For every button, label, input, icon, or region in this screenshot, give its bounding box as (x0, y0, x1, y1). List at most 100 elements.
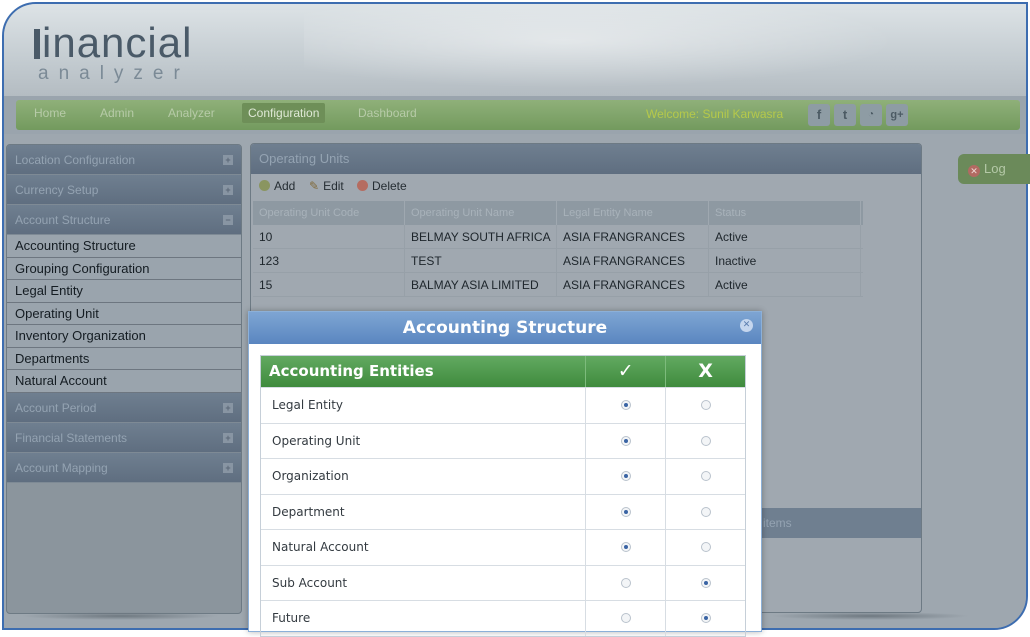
edit-button[interactable]: ✎ Edit (309, 179, 344, 193)
entity-yes-radio[interactable] (621, 435, 632, 446)
entity-name: Sub Account (272, 575, 348, 590)
nav-admin[interactable]: Admin (100, 106, 134, 120)
cell: ASIA FRANGRANCES (557, 225, 709, 248)
tumblr-icon[interactable]: t (834, 104, 856, 126)
column-header[interactable]: Status (709, 201, 861, 225)
sidebar-section-account-structure[interactable]: Account Structure − (7, 205, 241, 235)
entity-no-radio[interactable] (701, 435, 712, 446)
logo-sub-text: analyzer (38, 63, 190, 84)
sidebar-section-location-configuration[interactable]: Location Configuration + (7, 145, 241, 175)
entity-yes-cell (585, 388, 665, 423)
logout-button[interactable]: ✕ Log (958, 154, 1030, 184)
entity-yes-cell (585, 494, 665, 529)
operating-units-grid: Operating Unit Code Operating Unit Name … (253, 201, 863, 297)
add-label: Add (274, 179, 296, 193)
delete-icon (357, 180, 368, 191)
googleplus-icon[interactable]: g+ (886, 104, 908, 126)
sidebar-section-account-mapping[interactable]: Account Mapping + (7, 452, 241, 483)
column-header[interactable]: Legal Entity Name (557, 201, 709, 225)
nav-analyzer[interactable]: Analyzer (168, 106, 215, 120)
facebook-icon[interactable]: f (808, 104, 830, 126)
collapse-icon[interactable]: − (223, 215, 233, 225)
sidebar-item-departments[interactable]: Departments (7, 347, 241, 370)
entity-no-cell (665, 530, 745, 565)
bottom-decoration (20, 612, 220, 620)
expand-icon[interactable]: + (223, 402, 233, 413)
sidebar-section-financial-statements[interactable]: Financial Statements + (7, 422, 241, 453)
entity-no-cell (665, 494, 745, 529)
delete-label: Delete (372, 179, 407, 193)
column-header[interactable]: Operating Unit Code (253, 201, 405, 225)
entity-row: Sub Account (261, 564, 745, 600)
panel-title: Operating Units (251, 144, 921, 174)
cell: BELMAY SOUTH AFRICA (405, 225, 557, 248)
grid-toolbar: Add ✎ Edit Delete (251, 174, 921, 200)
expand-icon[interactable]: + (223, 155, 233, 165)
sidebar-section-account-period[interactable]: Account Period + (7, 392, 241, 423)
entity-no-radio[interactable] (701, 577, 712, 588)
entity-name: Future (272, 611, 311, 625)
sidebar-item-legal-entity[interactable]: Legal Entity (7, 280, 241, 303)
add-icon (259, 180, 270, 191)
entity-no-radio[interactable] (701, 471, 712, 481)
logo-main-text: inancial (34, 22, 192, 64)
sidebar-section-currency-setup[interactable]: Currency Setup + (7, 175, 241, 205)
cell: 123 (253, 249, 405, 272)
entity-name: Natural Account (272, 540, 369, 554)
expand-icon[interactable]: + (223, 432, 233, 443)
sidebar-item-accounting-structure[interactable]: Accounting Structure (7, 235, 241, 258)
sidebar-item-grouping-configuration[interactable]: Grouping Configuration (7, 257, 241, 280)
sidebar-item-operating-unit[interactable]: Operating Unit (7, 302, 241, 325)
entity-name: Operating Unit (272, 433, 361, 448)
nav-configuration[interactable]: Configuration (242, 103, 326, 123)
cell: ASIA FRANGRANCES (557, 249, 709, 272)
cell: 10 (253, 225, 405, 248)
entities-rows: Legal Entity Operating Unit Organization De… (261, 387, 745, 636)
table-row[interactable]: 123 TEST ASIA FRANGRANCES Inactive (253, 249, 863, 273)
cell: Active (709, 225, 861, 248)
close-icon[interactable]: ✕ (740, 319, 753, 332)
sidebar-item-inventory-organization[interactable]: Inventory Organization (7, 325, 241, 348)
entities-header: Accounting Entities (269, 362, 434, 380)
entity-row: Department (261, 493, 745, 529)
entity-name: Organization (272, 469, 349, 483)
entity-yes-radio[interactable] (621, 471, 632, 481)
rss-icon[interactable]: ◔ (860, 104, 882, 126)
entity-row: Future (261, 600, 745, 636)
entity-yes-cell (585, 423, 665, 458)
entity-yes-radio[interactable] (621, 577, 632, 588)
expand-icon[interactable]: + (223, 185, 233, 195)
entity-row: Operating Unit (261, 422, 745, 458)
entity-no-radio[interactable] (701, 613, 712, 623)
entity-no-cell (665, 459, 745, 494)
entity-yes-radio[interactable] (621, 542, 632, 552)
sidebar-item-natural-account[interactable]: Natural Account (7, 370, 241, 393)
app-logo: inancial analyzer (34, 22, 192, 84)
nav-dashboard[interactable]: Dashboard (358, 106, 417, 120)
entity-no-radio[interactable] (701, 506, 712, 517)
entity-yes-cell (585, 459, 665, 494)
table-header: Accounting Entities ✓ X (261, 356, 745, 387)
add-button[interactable]: Add (259, 179, 295, 193)
table-row[interactable]: 10 BELMAY SOUTH AFRICA ASIA FRANGRANCES … (253, 225, 863, 249)
column-header[interactable]: Operating Unit Name (405, 201, 557, 225)
expand-icon[interactable]: + (223, 462, 233, 473)
cell: Active (709, 273, 861, 296)
delete-button[interactable]: Delete (357, 179, 407, 193)
accounting-entities-table: Accounting Entities ✓ X Legal Entity Oper… (260, 355, 746, 637)
logo-main-word: inancial (42, 19, 193, 66)
cell: ASIA FRANGRANCES (557, 273, 709, 296)
nav-home[interactable]: Home (34, 106, 66, 120)
entity-no-cell (665, 601, 745, 636)
sidebar-section-label: Account Structure (15, 213, 111, 227)
entity-no-radio[interactable] (701, 542, 712, 552)
entity-yes-radio[interactable] (621, 506, 632, 517)
entity-no-radio[interactable] (701, 400, 712, 410)
entity-no-cell (665, 423, 745, 458)
entity-yes-radio[interactable] (621, 400, 632, 410)
entity-name: Department (272, 504, 345, 519)
table-row[interactable]: 15 BALMAY ASIA LIMITED ASIA FRANGRANCES … (253, 273, 863, 297)
entity-yes-radio[interactable] (621, 613, 632, 623)
accounting-structure-modal: Accounting Structure ✕ Accounting Entiti… (248, 311, 762, 637)
cell: 15 (253, 273, 405, 296)
